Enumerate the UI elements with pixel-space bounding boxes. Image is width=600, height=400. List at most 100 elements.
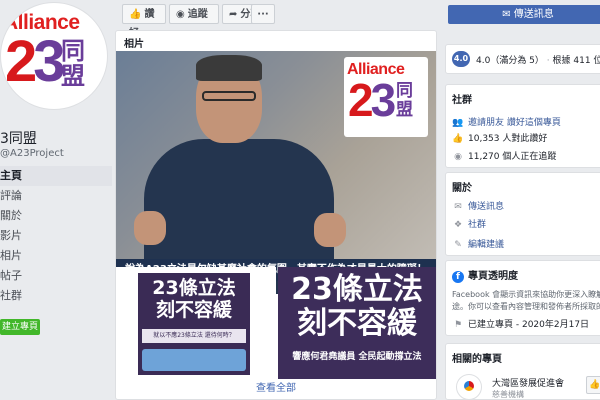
photo-person-hair	[196, 55, 262, 81]
logo-cjk-2: 盟	[61, 62, 85, 90]
thumbnail-2-headline-line-1: 23條立法	[291, 272, 423, 307]
nav-item-videos[interactable]: 影片	[0, 226, 112, 246]
photo-alliance-logo: Alliance 23 同盟	[344, 57, 428, 137]
thumbnail-1-subtext: 就以不應23條立法 還待何時？	[142, 329, 246, 343]
thumbnail-1-poster: 23條立法 刻不容緩 就以不應23條立法 還待何時？	[138, 273, 250, 375]
rating-score-text: 4.0（滿分為 5）	[476, 56, 544, 66]
about-community-label: 社群	[468, 220, 487, 230]
rating-based-on: 根據 411 位用	[552, 56, 600, 66]
follows-count-row: ◉ 11,270 個人正在追蹤	[452, 149, 556, 162]
community-icon: ❖	[453, 220, 463, 230]
left-navigation: Alliance 23 同盟 3同盟 @A23Project 主頁 評論 關於 …	[0, 0, 112, 400]
logo-number: 23	[5, 29, 66, 94]
thumbnail-1-headline-line-1: 23條立法	[152, 277, 236, 299]
invite-friends-row[interactable]: 👥 邀請朋友 讚好這個專頁	[452, 115, 561, 128]
send-message-button[interactable]: ✉ 傳送訊息	[448, 5, 600, 24]
likes-count-row: 👍 10,353 人對此讚好	[452, 131, 547, 144]
photos-title[interactable]: 相片	[124, 35, 144, 50]
logo-digit-3: 3	[33, 29, 65, 94]
thumbnail-2-headline: 23條立法 刻不容緩	[278, 273, 436, 341]
nav-item-posts[interactable]: 帖子	[0, 266, 112, 286]
rating-badge: 4.0	[452, 51, 470, 67]
related-pages-card: 相關的專頁 大灣區發展促進會 慈善機構 👍	[445, 343, 600, 400]
related-pages-title: 相關的專頁	[452, 354, 502, 365]
photo-thumbnail-1[interactable]: 23條立法 刻不容緩 就以不應23條立法 還待何時？	[116, 267, 276, 379]
follow-button[interactable]: ◉ 追蹤	[169, 4, 219, 24]
flag-icon: ⚑	[453, 320, 463, 330]
thumbnail-2-subtext: 響應何君堯議員 全民起動撐立法	[292, 352, 422, 362]
transparency-title-label: 專頁透明度	[468, 271, 518, 282]
facebook-icon: f	[452, 271, 464, 283]
invite-friends-icon: 👥	[452, 118, 464, 128]
rating-summary: 4.0（滿分為 5） · 根據 411 位用	[476, 53, 600, 66]
rating-separator: ·	[543, 56, 553, 66]
follows-count-label: 11,270 個人正在追蹤	[468, 152, 557, 162]
logo-cjk-1: 同	[61, 37, 85, 65]
thumbnail-2-headline-line-2: 刻不容緩	[297, 306, 417, 341]
likes-count-label: 10,353 人對此讚好	[468, 134, 548, 144]
thumbnail-1-headline-line-2: 刻不容緩	[155, 299, 232, 321]
messenger-icon: ✉	[454, 202, 462, 212]
photo-logo-digit-2: 2	[348, 74, 374, 126]
community-card: 社群 👥 邀請朋友 讚好這個專頁 👍 10,353 人對此讚好 ◉ 11,270 個人…	[445, 84, 600, 168]
photo-logo-cjk: 同盟	[396, 82, 413, 120]
page-profile-picture[interactable]: Alliance 23 同盟	[0, 2, 108, 110]
transparency-description-line-2: 途。你可以查看內容管理和發佈者所採取的動	[452, 302, 600, 311]
rating-card[interactable]: 4.0 4.0（滿分為 5） · 根據 411 位用	[445, 44, 600, 74]
transparency-description: Facebook 會顯示資訊來協助你更深入瞭解專 途。你可以查看內容管理和發佈者所…	[452, 289, 600, 313]
logo-cjk: 同盟	[61, 39, 85, 89]
more-options-button[interactable]: ···	[251, 4, 275, 24]
photo-right-hand	[314, 213, 346, 247]
invite-friends-label: 邀請朋友 讚好這個專頁	[468, 118, 561, 128]
nav-item-community[interactable]: 社群	[0, 286, 112, 306]
transparency-title[interactable]: f 專頁透明度	[452, 267, 518, 283]
rss-icon: ◉	[454, 152, 462, 162]
related-page-logo-icon	[464, 381, 474, 391]
related-page-avatar[interactable]	[456, 374, 482, 400]
related-page-name[interactable]: 大灣區發展促進會	[492, 376, 564, 389]
logo-digit-2: 2	[5, 29, 37, 94]
create-page-button[interactable]: 建立專頁	[0, 319, 40, 335]
nav-item-reviews[interactable]: 評論	[0, 186, 112, 206]
page-created-label: 已建立專頁 - 2020年2月17日	[468, 320, 590, 330]
about-community-row[interactable]: ❖ 社群	[452, 217, 486, 230]
about-send-message-label: 傳送訊息	[468, 202, 505, 212]
like-button[interactable]: 👍讚好	[122, 4, 166, 39]
thumbs-up-icon: 👍	[452, 134, 464, 144]
photo-thumbnail-2[interactable]: 23條立法 刻不容緩 響應何君堯議員 全民起動撐立法	[278, 267, 436, 379]
page-name[interactable]: 3同盟	[0, 128, 37, 148]
photo-logo-digit-3: 3	[370, 74, 397, 126]
related-page-like-button[interactable]: 👍	[586, 376, 600, 394]
suggest-edits-row[interactable]: ✎ 編輯建議	[452, 237, 504, 250]
right-sidebar: ✉ 傳送訊息 4.0 4.0（滿分為 5） · 根據 411 位用 社群 👥 邀請…	[445, 0, 600, 400]
see-all-photos-link[interactable]: 查看全部	[116, 379, 436, 399]
send-message-label: 傳送訊息	[513, 9, 554, 20]
thumbnail-1-headline: 23條立法 刻不容緩	[142, 277, 246, 321]
photos-card: 相片 Alliance 23 同盟 說為A23立法是欠缺甚麼社會的氛圍，其實不作…	[115, 30, 437, 400]
about-send-message-row[interactable]: ✉ 傳送訊息	[452, 199, 504, 212]
suggest-edits-label: 編輯建議	[468, 240, 505, 250]
transparency-description-line-1: Facebook 會顯示資訊來協助你更深入瞭解專	[452, 290, 600, 299]
related-page-category: 慈善機構	[492, 390, 524, 399]
pencil-icon: ✎	[454, 240, 462, 250]
nav-item-about[interactable]: 關於	[0, 206, 112, 226]
photo-logo-cjk-2: 盟	[396, 100, 413, 120]
about-card: 關於 ✉ 傳送訊息 ❖ 社群 ✎ 編輯建議	[445, 172, 600, 256]
photo-person-glasses	[202, 91, 256, 101]
nav-item-home[interactable]: 主頁	[0, 166, 112, 186]
page-created-row: ⚑ 已建立專頁 - 2020年2月17日	[452, 317, 589, 330]
photo-logo-cjk-1: 同	[396, 81, 413, 101]
page-tabs: 主頁 評論 關於 影片 相片 帖子 社群	[0, 166, 112, 306]
messenger-icon: ✉	[502, 9, 511, 20]
community-title: 社群	[452, 95, 472, 106]
rss-icon: ◉	[176, 9, 185, 20]
photo-logo-number: 23	[348, 74, 397, 126]
main-photo[interactable]: Alliance 23 同盟 說為A23立法是欠缺甚麼社會的氛圍，其實不作為才是…	[116, 51, 436, 294]
share-icon: ➦	[229, 9, 238, 20]
follow-label: 追蹤	[187, 9, 208, 20]
thumbs-up-icon: 👍	[129, 9, 142, 20]
about-title[interactable]: 關於	[452, 179, 472, 194]
nav-item-photos[interactable]: 相片	[0, 246, 112, 266]
photo-left-hand	[134, 211, 166, 245]
page-handle[interactable]: @A23Project	[0, 148, 64, 159]
